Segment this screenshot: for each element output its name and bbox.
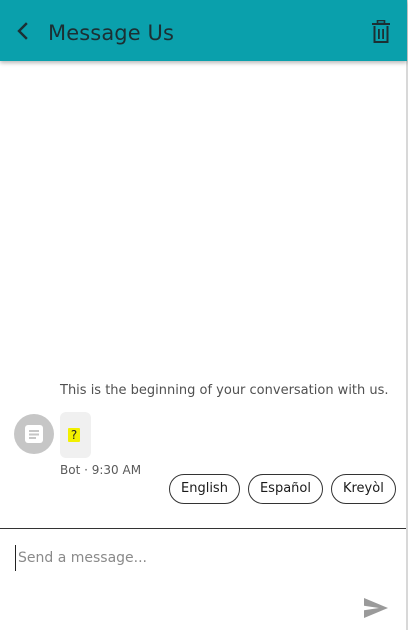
quick-reply-espanol[interactable]: Español — [247, 474, 323, 504]
message-input[interactable] — [15, 545, 348, 571]
quick-replies: English Español Kreyòl — [169, 474, 396, 504]
bot-message-bubble: ? — [60, 412, 91, 458]
quick-reply-kreyol[interactable]: Kreyòl — [330, 474, 396, 504]
composer-divider — [0, 528, 406, 529]
chat-widget: Message Us This is the beginning of your… — [0, 0, 408, 630]
send-button[interactable] — [363, 597, 389, 619]
delete-conversation-button[interactable] — [370, 19, 392, 44]
chevron-left-icon — [17, 22, 28, 40]
message-meta: Bot · 9:30 AM — [60, 463, 142, 477]
chat-header: Message Us — [0, 0, 407, 61]
quick-reply-english[interactable]: English — [169, 474, 240, 504]
trash-icon — [372, 19, 390, 43]
back-button[interactable] — [12, 20, 34, 42]
conversation-start-notice: This is the beginning of your conversati… — [60, 383, 389, 398]
bot-avatar — [14, 414, 54, 454]
message-text: ? — [68, 428, 80, 442]
message-icon — [25, 425, 43, 443]
page-title: Message Us — [48, 21, 175, 45]
send-icon — [364, 598, 388, 618]
